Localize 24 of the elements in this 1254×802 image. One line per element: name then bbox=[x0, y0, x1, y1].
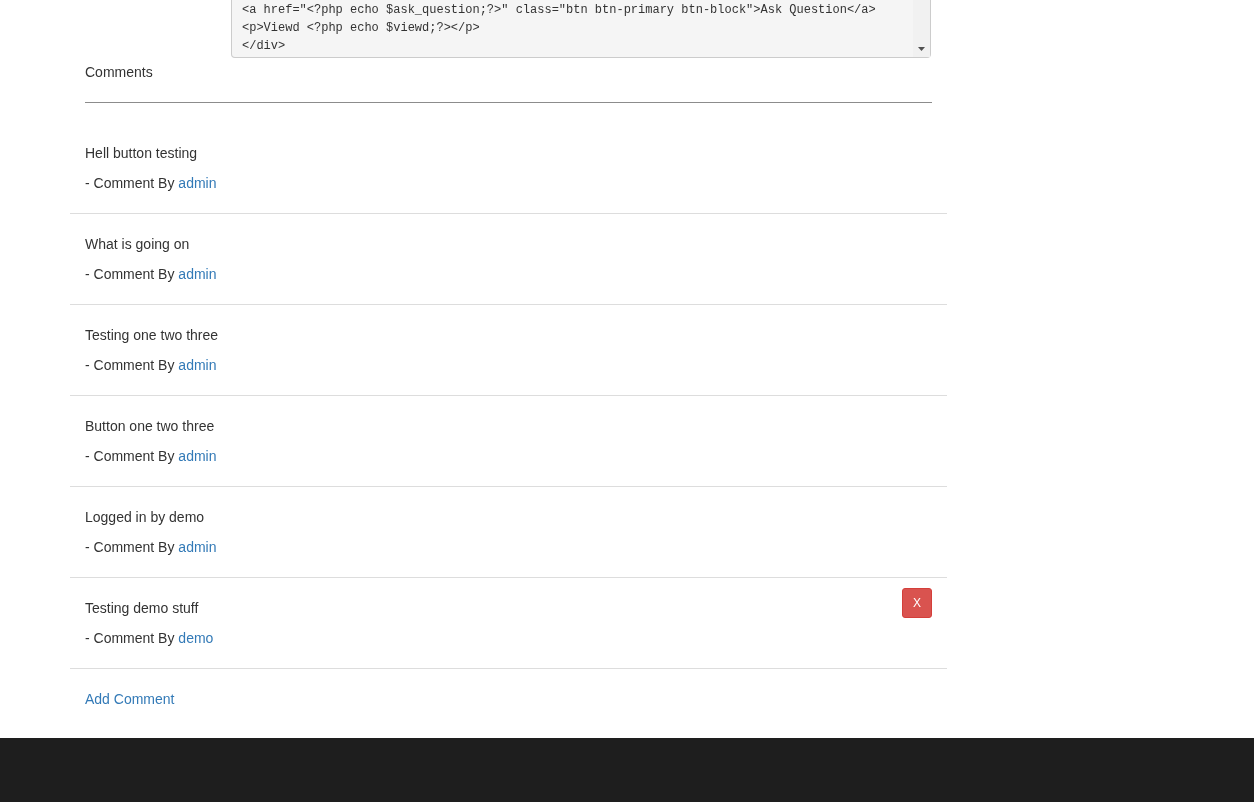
scroll-down-arrow-icon[interactable] bbox=[918, 47, 925, 51]
code-textarea[interactable]: <a href="<?php echo $ask_question;?>" class="btn btn-primary btn-block">Ask Question</a> <p>Viewd <?php echo $viewd;?></p> </div> bbox=[231, 0, 931, 58]
comment-byline: - Comment By admin bbox=[85, 447, 217, 466]
comment-byline: - Comment By admin bbox=[85, 538, 217, 557]
author-link[interactable]: demo bbox=[178, 630, 214, 646]
delete-button[interactable]: X bbox=[902, 588, 932, 618]
comment-byline: - Comment By demo bbox=[85, 629, 214, 648]
comment-byline: - Comment By admin bbox=[85, 265, 217, 284]
author-link[interactable]: admin bbox=[178, 448, 217, 464]
comment-text: Button one two three bbox=[85, 417, 216, 436]
comment-text: Hell button testing bbox=[85, 144, 199, 163]
author-link[interactable]: admin bbox=[178, 539, 217, 555]
add-comment-link[interactable]: Add Comment bbox=[85, 691, 175, 707]
comment-text: Testing one two three bbox=[85, 326, 219, 345]
comment-text: What is going on bbox=[85, 235, 191, 254]
comments-heading: Comments bbox=[85, 63, 154, 82]
author-link[interactable]: admin bbox=[178, 175, 217, 191]
author-link[interactable]: admin bbox=[178, 266, 217, 282]
comment-text: Logged in by demo bbox=[85, 508, 206, 527]
author-link[interactable]: admin bbox=[178, 357, 217, 373]
scrollbar[interactable] bbox=[913, 0, 930, 57]
comment-text: Testing demo stuff bbox=[85, 599, 200, 618]
comment-byline: - Comment By admin bbox=[85, 174, 217, 193]
comment-byline: - Comment By admin bbox=[85, 356, 218, 375]
